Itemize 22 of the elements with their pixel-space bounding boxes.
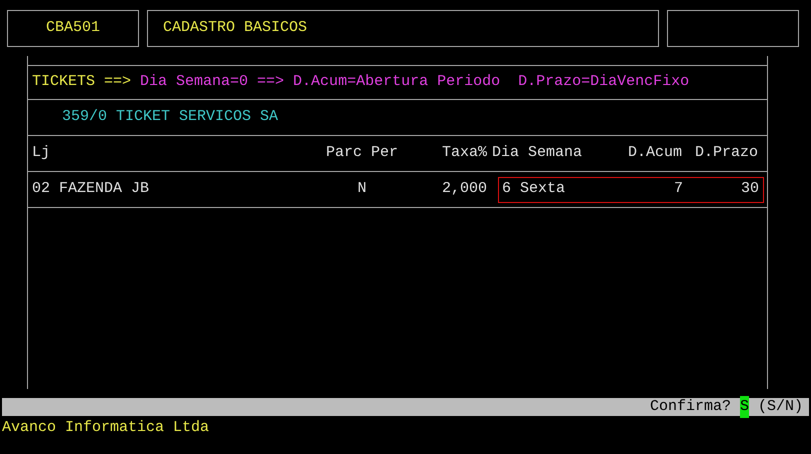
legend-label: TICKETS ==> [32, 72, 132, 92]
table-cell-text: N [356, 179, 368, 200]
table-cell-text: 02 FAZENDA JB [32, 179, 150, 200]
column-header: Parc Per [324, 143, 399, 164]
column-header: D.Acum [626, 143, 682, 164]
column-header: D.Prazo [694, 143, 758, 164]
table-cell-text: 7 [672, 179, 683, 200]
column-header: Dia Semana [491, 143, 584, 164]
table-cell-text: 2,000 [440, 179, 487, 200]
table-cell-text: 30 [740, 179, 759, 200]
confirm-prompt: Confirma? [650, 396, 731, 417]
answer-field[interactable]: S [740, 396, 749, 418]
company-name: 359/0 TICKET SERVICOS SA [62, 107, 278, 128]
company-footer: Avanco Informatica Ltda [2, 419, 210, 436]
answer-options: (S/N) [758, 396, 803, 418]
edit-fields[interactable]: 6 Sexta 7 30 [498, 176, 764, 202]
legend-text: Dia Semana=0 ==> D.Acum=Abertura Periodo D.Prazo=DiaVencFixo [140, 72, 690, 92]
column-header: Taxa% [440, 143, 487, 164]
screen-title: CADASTRO BASICOS [147, 10, 659, 47]
program-code: CBA501 [7, 10, 139, 47]
table-cell-text: 6 Sexta [501, 179, 566, 200]
column-header: Lj [32, 143, 52, 164]
